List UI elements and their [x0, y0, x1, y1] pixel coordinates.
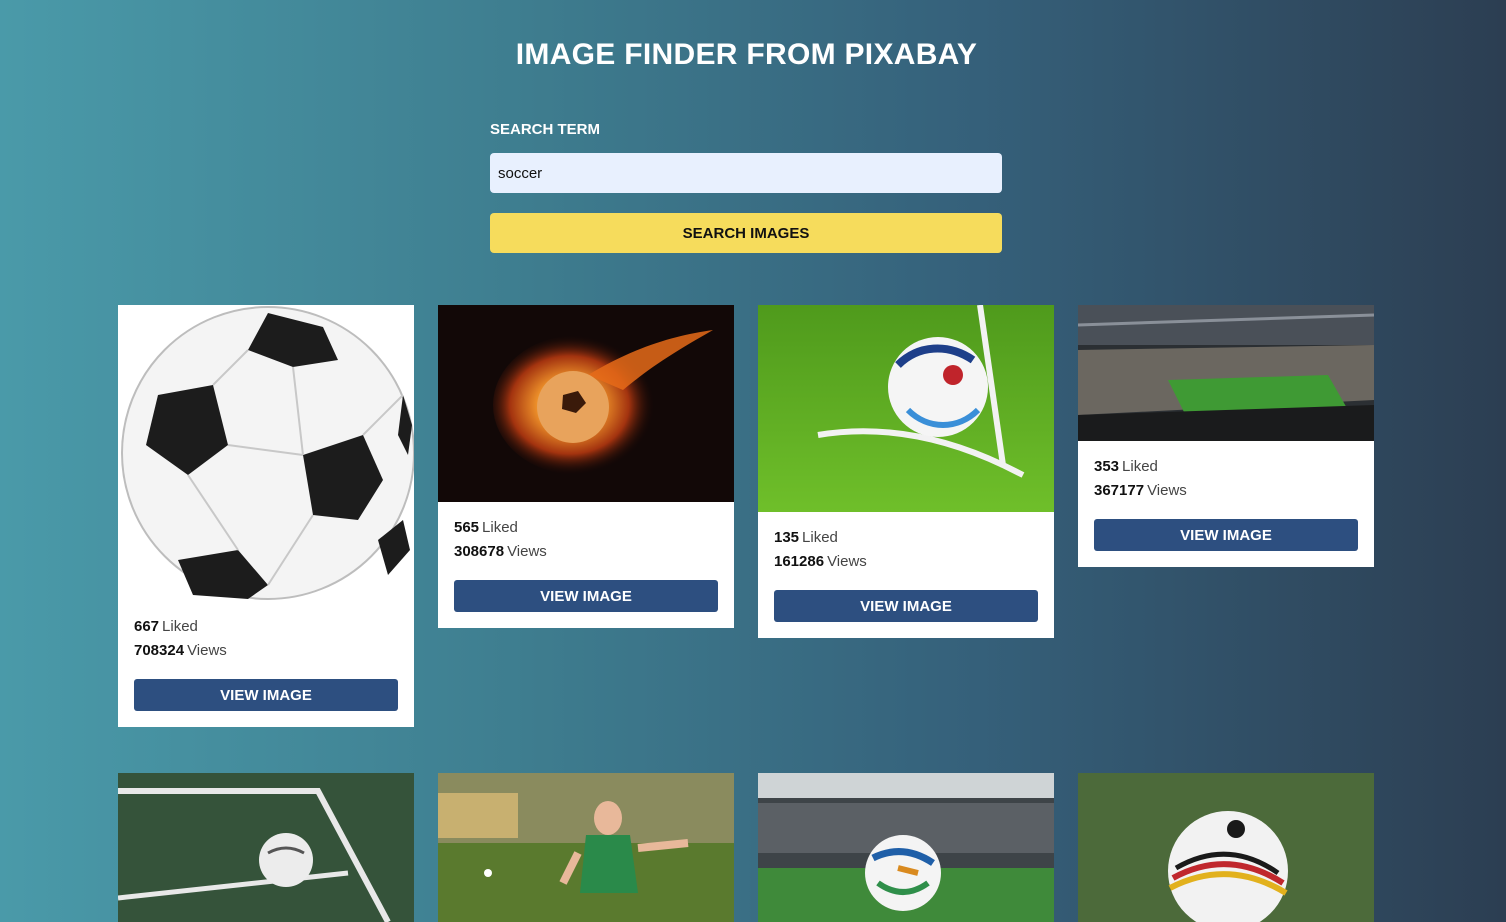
views-count: 161286	[774, 553, 825, 570]
search-images-button[interactable]: SEARCH IMAGES	[490, 213, 1002, 253]
image-card: 135 Liked 161286 Views VIEW IMAGE	[758, 305, 1054, 638]
search-term-label: SEARCH TERM	[490, 121, 601, 138]
view-image-button[interactable]: VIEW IMAGE	[134, 679, 398, 711]
image-card	[758, 773, 1054, 922]
corner-line-ball-image	[118, 773, 414, 922]
image-card	[118, 773, 414, 922]
image-card: 565 Liked 308678 Views VIEW IMAGE	[438, 305, 734, 628]
likes-label: Liked	[162, 618, 198, 635]
white-ball-image	[1078, 773, 1374, 922]
page-title: IMAGE FINDER FROM PIXABAY	[515, 38, 978, 71]
views-label: Views	[187, 642, 227, 659]
stadium-image	[1078, 305, 1374, 441]
views-count: 708324	[134, 642, 185, 659]
corner-ball-image	[758, 305, 1054, 512]
likes-count: 353	[1094, 458, 1120, 475]
view-image-button[interactable]: VIEW IMAGE	[774, 590, 1038, 622]
boy-kicking-image	[438, 773, 734, 922]
soccer-ball-image	[118, 305, 414, 601]
likes-count: 135	[774, 529, 800, 546]
likes-label: Liked	[802, 529, 838, 546]
stadium-ball-image	[758, 773, 1054, 922]
image-card: 353 Liked 367177 Views VIEW IMAGE	[1078, 305, 1374, 567]
views-count: 308678	[454, 543, 505, 560]
views-label: Views	[1147, 482, 1187, 499]
views-count: 367177	[1094, 482, 1145, 499]
image-card: 667 Liked 708324 Views VIEW IMAGE	[118, 305, 414, 727]
view-image-button[interactable]: VIEW IMAGE	[1094, 519, 1358, 551]
image-card	[1078, 773, 1374, 922]
likes-label: Liked	[482, 519, 518, 536]
view-image-button[interactable]: VIEW IMAGE	[454, 580, 718, 612]
fire-ball-image	[438, 305, 734, 502]
likes-count: 667	[134, 618, 160, 635]
search-input[interactable]	[490, 153, 1002, 193]
image-card	[438, 773, 734, 922]
likes-label: Liked	[1122, 458, 1158, 475]
likes-count: 565	[454, 519, 480, 536]
views-label: Views	[827, 553, 867, 570]
views-label: Views	[507, 543, 547, 560]
